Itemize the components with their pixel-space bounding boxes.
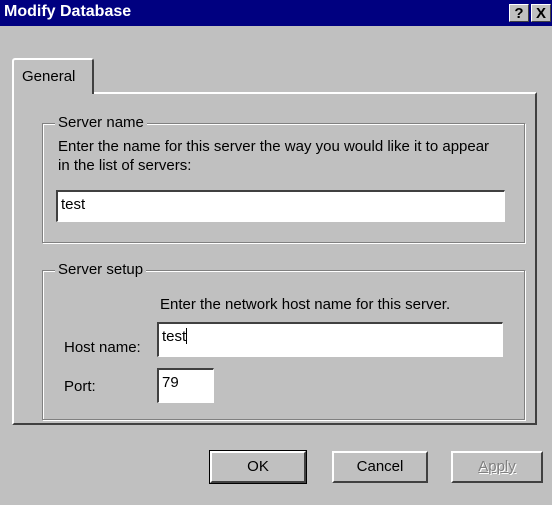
- text-caret: [186, 328, 188, 344]
- server-setup-group-title: Server setup: [55, 261, 147, 278]
- host-name-value: test: [162, 328, 187, 345]
- host-name-label: Host name:: [64, 339, 141, 356]
- port-input[interactable]: 79: [157, 368, 214, 403]
- server-name-input[interactable]: test: [56, 190, 505, 222]
- server-setup-instruction: Enter the network host name for this ser…: [160, 296, 451, 313]
- window-title: Modify Database: [4, 3, 132, 20]
- modify-database-dialog: Modify Database ? X General Server name …: [0, 0, 552, 505]
- server-name-instruction-line2: in the list of servers:: [58, 157, 192, 174]
- host-name-input[interactable]: test: [157, 322, 503, 357]
- close-button[interactable]: X: [531, 4, 551, 22]
- title-bar[interactable]: Modify Database ? X: [0, 0, 552, 26]
- ok-button[interactable]: OK: [210, 451, 306, 483]
- tab-general[interactable]: General: [12, 58, 94, 94]
- tab-general-label: General: [22, 68, 76, 85]
- help-button[interactable]: ?: [509, 4, 529, 22]
- apply-button[interactable]: Apply: [451, 451, 543, 483]
- server-name-value: test: [61, 196, 86, 213]
- cancel-button[interactable]: Cancel: [332, 451, 428, 483]
- server-name-group-title: Server name: [55, 114, 147, 131]
- port-value: 79: [162, 374, 179, 391]
- server-name-instruction-line1: Enter the name for this server the way y…: [58, 138, 490, 155]
- port-label: Port:: [64, 378, 96, 395]
